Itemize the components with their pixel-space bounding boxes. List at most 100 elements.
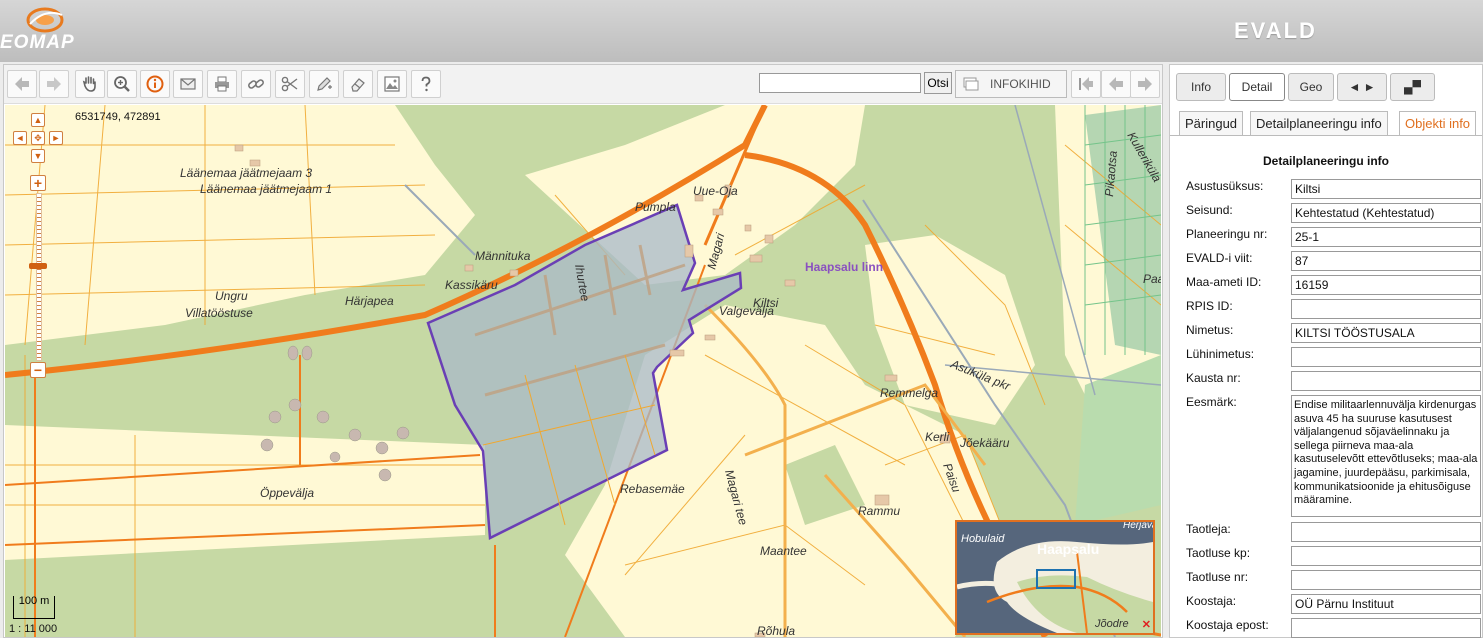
tab-layout[interactable]: ▄▀ [1390,73,1435,101]
map-label-city: Haapsalu linn [805,260,883,274]
zoom-slider-track[interactable] [36,193,42,361]
image-icon [384,76,400,92]
image-button[interactable] [377,70,407,98]
arrow-first-icon [1079,77,1093,91]
tab-navigate[interactable]: ◄ ► [1337,73,1387,101]
tab-detail[interactable]: Detail [1229,73,1285,101]
field-value[interactable] [1291,546,1481,566]
zoom-control: ▲ ◄ ✥ ► ▼ + − [13,113,73,383]
map-label: Rõhula [757,624,795,637]
field-label: Nimetus: [1186,323,1234,337]
side-panel: Info Detail Geo ◄ ► ▄▀ Päringud Detailpl… [1169,64,1483,638]
arrow-left-icon [15,77,29,91]
pan-button[interactable] [75,70,105,98]
pencil-icon [317,77,332,91]
subtab-detailplaneeringu-info[interactable]: Detailplaneeringu info [1250,111,1388,135]
tab-info[interactable]: Info [1176,73,1226,101]
form-title: Detailplaneeringu info [1262,154,1389,168]
forward-button[interactable] [39,70,69,98]
field-value[interactable]: OÜ Pärnu Instituut [1291,594,1481,614]
field-value[interactable]: KILTSI TÖÖSTUSALA [1291,323,1481,343]
link-button[interactable] [241,70,271,98]
pan-up-button[interactable]: ▲ [31,113,45,127]
map-label: Härjapea [345,294,394,308]
next-extent-button[interactable] [1130,70,1160,98]
map-toolbar: Otsi INFOKIHID [4,65,1162,104]
draw-button[interactable] [309,70,339,98]
map-label: Rammu [858,504,900,518]
overview-label: Jõodre [1094,618,1129,630]
arrow-right-icon [1138,77,1152,91]
app-header: EOMAP EVALD [0,0,1483,62]
app-name: EVALD [1234,18,1317,43]
map-label: Villatööstuse [185,306,253,320]
map-label: Öppevälja [260,486,314,500]
field-value[interactable] [1291,347,1481,367]
field-value[interactable] [1291,570,1481,590]
field-value[interactable] [1291,299,1481,319]
first-extent-button[interactable] [1071,70,1101,98]
field-label: RPIS ID: [1186,299,1233,313]
search-input[interactable] [759,73,921,93]
field-value[interactable]: 16159 [1291,275,1481,295]
zoom-button[interactable] [107,70,137,98]
field-value[interactable]: 25-1 [1291,227,1481,247]
pan-down-button[interactable]: ▼ [31,149,45,163]
measure-button[interactable] [275,70,305,98]
help-button[interactable] [411,70,441,98]
tab-geo[interactable]: Geo [1288,73,1334,101]
zoom-out-button[interactable]: − [30,362,46,378]
overview-close-icon[interactable]: ✕ [1142,618,1151,631]
infokihid-button[interactable]: INFOKIHID [955,70,1067,98]
overview-map-image: Hobulaid Haapsalu Herjava Jõodre [957,522,1153,633]
search-button[interactable]: Otsi [924,72,952,94]
scissors-icon [281,76,298,92]
subtab-objekti-info[interactable]: Objekti info [1399,111,1477,135]
pan-center-button[interactable]: ✥ [31,131,45,145]
info-button[interactable] [140,70,170,98]
print-button[interactable] [207,70,237,98]
field-label: Maa-ameti ID: [1186,275,1262,289]
pan-left-button[interactable]: ◄ [13,131,27,145]
field-value[interactable]: 87 [1291,251,1481,271]
field-label: Lühinimetus: [1186,347,1255,361]
field-value[interactable] [1291,371,1481,391]
eraser-icon [351,78,365,92]
back-button[interactable] [7,70,37,98]
infokihid-label: INFOKIHID [990,77,1051,91]
field-value[interactable] [1291,522,1481,542]
field-value[interactable]: Kiltsi [1291,179,1481,199]
field-label: Taotluse kp: [1186,546,1251,560]
map-label: Rebasemäe [620,482,685,496]
field-label: Koostaja epost: [1186,618,1269,632]
subtab-bar: Päringud Detailplaneeringu info Objekti … [1170,109,1482,136]
map-label: Pumpla [635,200,676,214]
field-value[interactable] [1291,618,1481,638]
chain-link-icon [248,79,264,89]
erase-button[interactable] [343,70,373,98]
map-label: Maantee [760,544,807,558]
overview-label: Hobulaid [961,533,1005,545]
overview-label: Haapsalu [1037,541,1099,557]
field-value[interactable]: Kehtestatud (Kehtestatud) [1291,203,1481,223]
map-label: Remmelga [880,386,938,400]
coordinate-readout: 6531749, 472891 [75,111,161,123]
field-label: Kausta nr: [1186,371,1241,385]
prev-extent-button[interactable] [1101,70,1131,98]
arrow-right-icon [47,77,61,91]
field-label: Planeeringu nr: [1186,227,1268,241]
email-button[interactable] [173,70,203,98]
overview-map[interactable]: Hobulaid Haapsalu Herjava Jõodre ✕ [955,520,1155,635]
map-label: Kerli [925,430,949,444]
subtab-paringud[interactable]: Päringud [1179,111,1244,135]
field-label: Taotleja: [1186,522,1231,536]
map-label: Läänemaa jäätmejaam 3 [180,166,312,180]
zoom-slider-handle[interactable] [29,263,47,269]
field-value[interactable]: Endise militaarlennuvälja kirdenurgas as… [1291,395,1481,517]
scale-bar: 100 m [13,596,55,619]
zoom-in-button[interactable]: + [30,175,46,191]
pan-right-button[interactable]: ► [49,131,63,145]
map-canvas[interactable]: Läänemaa jäätmejaam 3 Läänemaa jäätmejaa… [5,105,1161,637]
info-icon [146,75,164,93]
layers-icon [963,77,979,91]
